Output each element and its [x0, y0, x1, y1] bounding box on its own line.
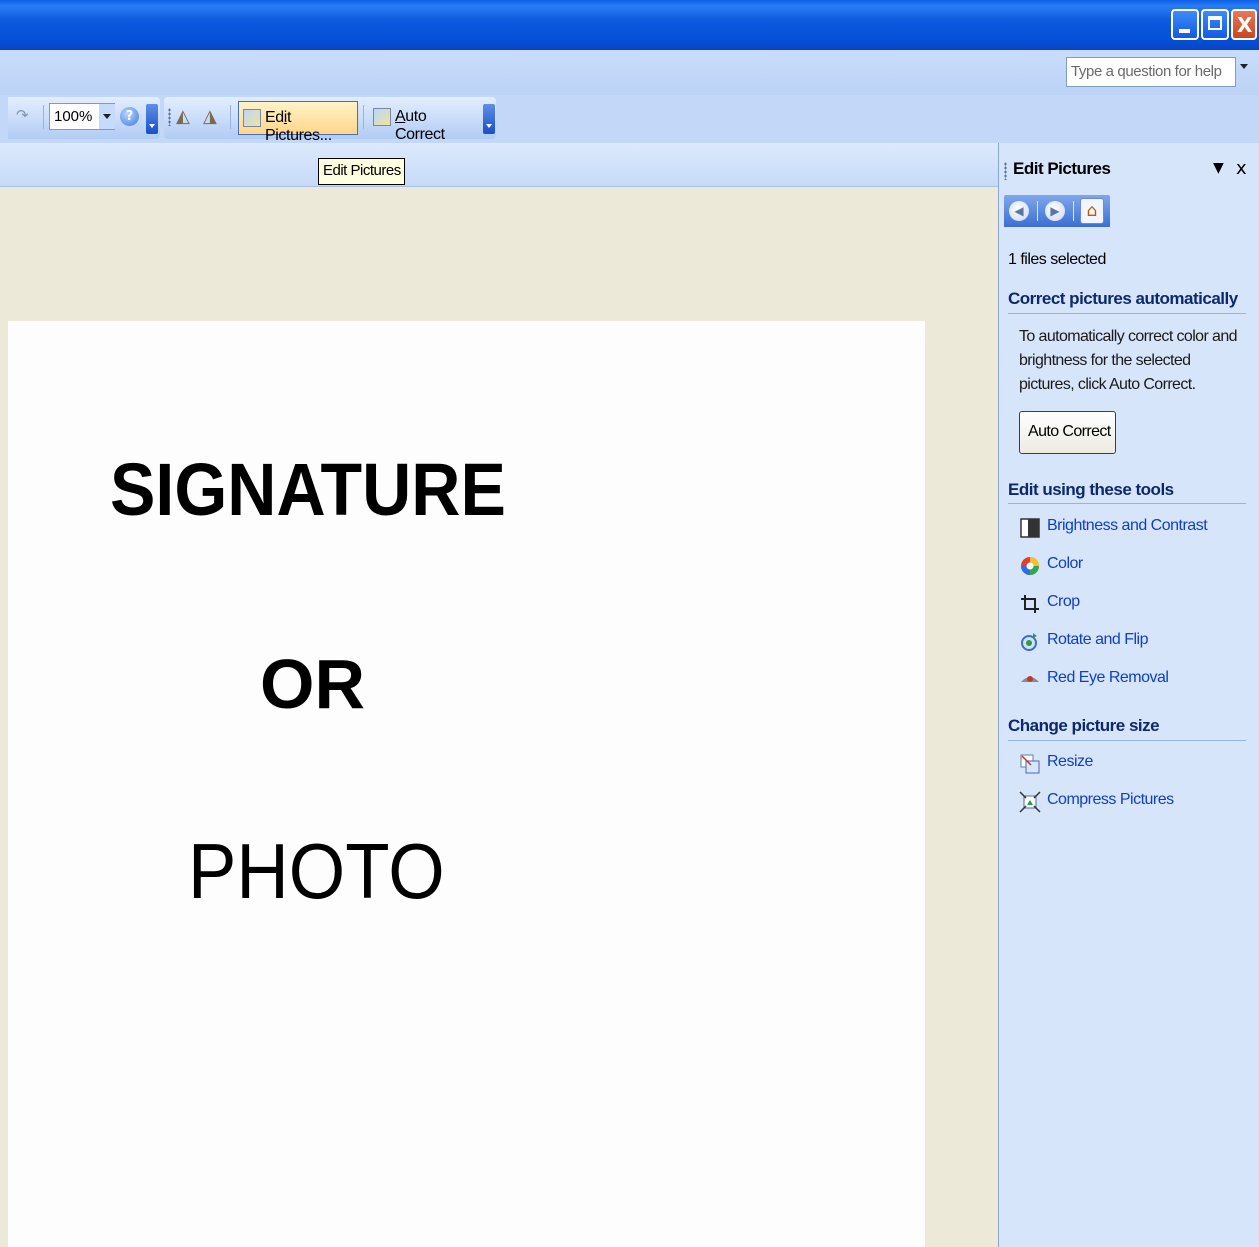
- pane-menu-icon[interactable]: ▼: [1213, 160, 1224, 176]
- section-divider: [1008, 503, 1246, 504]
- help-icon[interactable]: ?: [120, 107, 139, 126]
- restore-icon: [1208, 16, 1222, 30]
- zoom-dropdown-arrow[interactable]: [99, 104, 115, 129]
- toolbar-separator: [230, 105, 231, 129]
- photo-text: PHOTO: [188, 827, 445, 915]
- minimize-icon: [1179, 29, 1190, 33]
- tooltip: Edit Pictures: [318, 158, 405, 185]
- close-icon: X: [1237, 13, 1253, 37]
- brightness-icon: [1020, 518, 1040, 538]
- help-dropdown-arrow[interactable]: [1240, 64, 1248, 69]
- toolbar-separator: [43, 105, 44, 129]
- home-icon[interactable]: ⌂: [1080, 198, 1104, 224]
- pane-title: Edit Pictures: [1013, 159, 1111, 178]
- pane-grip[interactable]: [1004, 162, 1007, 180]
- minimize-button[interactable]: [1171, 9, 1199, 40]
- color-wheel-icon: [1021, 557, 1039, 575]
- redo-icon[interactable]: ↷: [16, 106, 29, 124]
- forward-icon[interactable]: ▶: [1045, 201, 1065, 221]
- pane-close-icon[interactable]: x: [1236, 158, 1247, 179]
- back-icon[interactable]: ◀: [1009, 201, 1029, 221]
- close-button[interactable]: X: [1231, 9, 1257, 40]
- files-selected: 1 files selected: [1008, 251, 1106, 268]
- auto-correct-description: To automatically correct color and brigh…: [1019, 328, 1238, 393]
- section-auto-correct: Correct pictures automatically: [1008, 289, 1238, 308]
- section-divider: [1008, 313, 1246, 314]
- flip-vertical-icon[interactable]: ◮: [203, 106, 217, 127]
- crop-icon: [1021, 595, 1039, 613]
- toolbar-options-chevron[interactable]: [146, 104, 158, 134]
- resize-icon: [1020, 754, 1040, 774]
- nav-separator: [1073, 201, 1074, 221]
- ruler: [0, 143, 998, 187]
- section-edit-tools: Edit using these tools: [1008, 480, 1174, 499]
- pane-auto-correct-button[interactable]: Auto Correct: [1019, 411, 1116, 454]
- edit-pictures-icon: [243, 109, 261, 127]
- section-picture-size: Change picture size: [1008, 716, 1160, 735]
- flip-horizontal-icon[interactable]: ◭: [176, 106, 190, 127]
- red-eye-icon: [1021, 676, 1039, 682]
- restore-button[interactable]: [1201, 9, 1229, 40]
- toolbar-options-chevron[interactable]: [483, 104, 495, 134]
- signature-text: SIGNATURE: [110, 448, 506, 531]
- toolbar-grip[interactable]: [168, 108, 171, 126]
- compress-icon: [1019, 791, 1041, 813]
- section-divider: [1008, 740, 1246, 741]
- edit-pictures-button[interactable]: Edit Pictures...: [238, 101, 358, 144]
- title-bar: [0, 0, 1259, 50]
- auto-correct-button[interactable]: Auto Correct: [369, 101, 479, 143]
- nav-separator: [1037, 201, 1038, 221]
- rotate-icon: [1021, 633, 1037, 651]
- toolbar-separator: [363, 105, 364, 129]
- auto-correct-icon: [373, 108, 391, 126]
- help-search-input[interactable]: Type a question for help: [1066, 57, 1236, 87]
- or-text: OR: [260, 645, 365, 723]
